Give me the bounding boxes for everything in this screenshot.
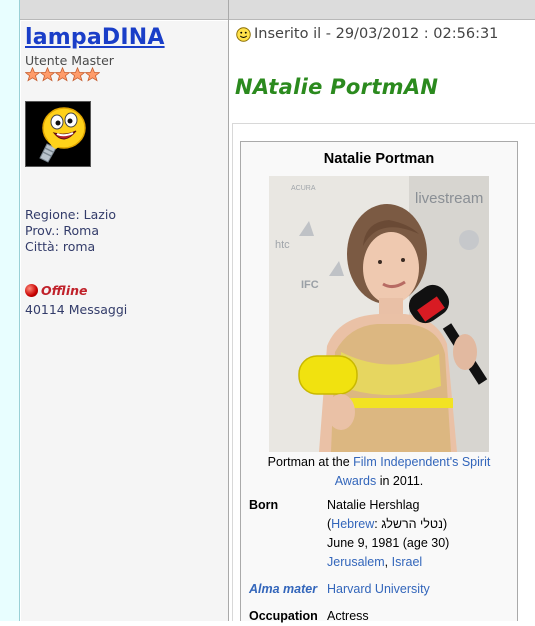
born-name: Natalie Hershlag [327,498,420,512]
backdrop-sign-htc: htc [275,239,290,251]
born-label: Born [249,498,279,512]
avatar[interactable] [25,101,91,167]
star-icon [55,67,70,82]
post-header: Inserito il - 29/03/2012 : 02:56:31 [236,26,498,42]
author-username-link[interactable]: lampaDINA [25,25,165,50]
status-label: Offline [41,283,88,298]
star-icon [25,67,40,82]
backdrop-sign-ifc: IFC [301,279,319,291]
hebrew-link[interactable]: Hebrew [331,517,374,531]
photo-image: livestream IFC htc ACURA [269,176,489,452]
offline-status-icon [25,284,38,297]
star-icon [70,67,85,82]
backdrop-sign-livestream: livestream [415,190,483,207]
column-divider [228,0,229,621]
photo-caption: Portman at the Film Independent's Spirit… [247,453,511,491]
lightbulb-avatar-icon [26,102,90,166]
online-status: Offline [25,283,88,298]
occupation-value: Actress [327,609,369,623]
jerusalem-link[interactable]: Jerusalem [327,555,385,569]
smiley-icon [236,26,251,42]
author-rank: Utente Master [25,53,114,68]
israel-link[interactable]: Israel [392,555,423,569]
left-margin-strip [0,0,20,621]
caption-text-prefix: Portman at the [267,455,354,469]
born-hebrew-name: : נטלי הרשלג) [374,517,448,531]
table-header-bar [20,0,535,20]
backdrop-sign-acura: ACURA [291,185,316,192]
caption-text-suffix: in 2011. [376,474,424,488]
message-count: 40114 Messaggi [25,302,128,317]
rank-stars [25,67,100,82]
author-region: Regione: Lazio [25,207,116,222]
star-icon [40,67,55,82]
infobox-title: Natalie Portman [323,151,435,167]
star-icon [85,67,100,82]
post-date: Inserito il - 29/03/2012 : 02:56:31 [254,26,499,42]
post-title: NAtalie PortmAN [235,75,439,99]
born-date: June 9, 1981 (age 30) [327,536,450,550]
born-place: Jerusalem, Israel [327,553,422,572]
born-hebrew: (Hebrew: נטלי הרשלג) [327,515,447,534]
author-panel: lampaDINA Utente Master Regione: Lazio P… [21,21,228,621]
portrait-photo[interactable]: livestream IFC htc ACURA [269,176,489,452]
author-city: Città: roma [25,239,96,254]
harvard-link[interactable]: Harvard University [327,580,430,599]
wikipedia-infobox: Natalie Portman livestream IFC htc ACURA [240,141,518,623]
alma-mater-link[interactable]: Alma mater [249,582,317,596]
born-place-separator: , [384,555,392,569]
author-province: Prov.: Roma [25,223,100,238]
